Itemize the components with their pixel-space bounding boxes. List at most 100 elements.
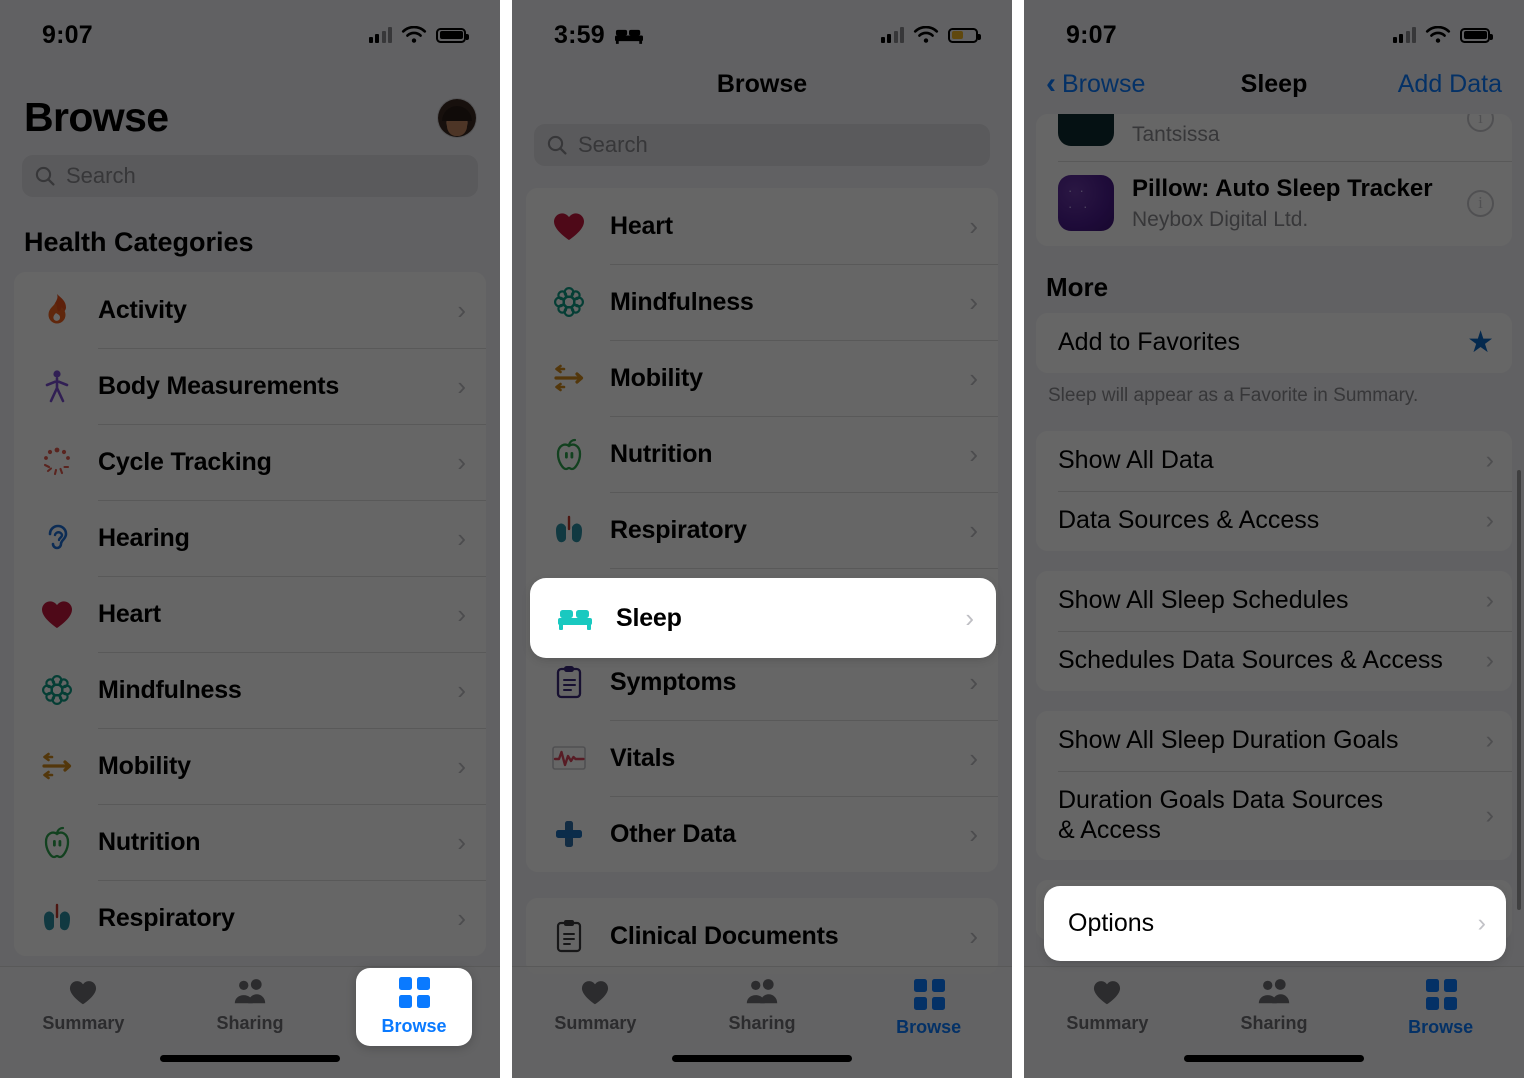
- tab-summary[interactable]: Summary: [1024, 979, 1191, 1034]
- chevron-right-icon: ›: [969, 362, 978, 393]
- add-data-button[interactable]: Add Data: [1398, 70, 1502, 99]
- chevron-right-icon: ›: [457, 598, 466, 629]
- row-add-to-favorites[interactable]: Add to Favorites ★: [1036, 312, 1512, 373]
- battery-icon: [1460, 27, 1493, 43]
- list-item-hearing[interactable]: Hearing ›: [14, 500, 486, 576]
- add-data-label: Add Data: [1397, 69, 1502, 98]
- list-item-vitals[interactable]: Vitals ›: [526, 720, 998, 796]
- row-label: Duration Goals Data Sources & Access: [1058, 785, 1384, 845]
- row-data-sources-access[interactable]: Data Sources & Access ›: [1036, 490, 1512, 551]
- list-item-heart[interactable]: Heart ›: [14, 576, 486, 652]
- tab-label: Sharing: [1240, 1013, 1308, 1033]
- chevron-right-icon: ›: [457, 750, 466, 781]
- home-indicator: [672, 1055, 852, 1062]
- row-label: Show All Sleep Duration Goals: [1058, 726, 1399, 755]
- data-group-b: Show All Sleep Schedules › Schedules Dat…: [1036, 570, 1512, 691]
- chevron-right-icon: ›: [969, 818, 978, 849]
- list-item-label: Heart: [98, 599, 161, 628]
- chevron-right-icon: ›: [1485, 800, 1494, 829]
- info-icon[interactable]: i: [1467, 114, 1494, 132]
- scroll-indicator[interactable]: [1517, 470, 1521, 910]
- section-header-health-categories: Health Categories: [24, 227, 254, 257]
- tab-sharing[interactable]: Sharing: [167, 979, 334, 1034]
- row-schedules-data-sources-access[interactable]: Schedules Data Sources & Access ›: [1036, 630, 1512, 691]
- list-item-activity[interactable]: Activity ›: [14, 272, 486, 348]
- bed-sleep-focus-icon: [614, 29, 643, 44]
- grid-icon: [1425, 979, 1457, 1010]
- grid-icon: [399, 977, 430, 1008]
- tab-sharing[interactable]: Sharing: [679, 979, 846, 1034]
- list-item-nutrition[interactable]: Nutrition ›: [526, 416, 998, 492]
- list-item-label: Other Data: [610, 819, 736, 848]
- tab-label: Browse: [896, 1017, 962, 1037]
- row-show-all-sleep-schedules[interactable]: Show All Sleep Schedules ›: [1036, 570, 1512, 631]
- wifi-icon: [401, 25, 427, 43]
- list-item-respiratory[interactable]: Respiratory ›: [14, 880, 486, 956]
- tab-browse[interactable]: Browse: [1357, 979, 1524, 1038]
- source-row-on-watch[interactable]: On Watch Tantsissa i: [1036, 114, 1512, 161]
- heart-icon: [1094, 981, 1121, 1005]
- chevron-right-icon: ›: [457, 522, 466, 553]
- tab-browse[interactable]: Browse: [845, 979, 1012, 1038]
- battery-icon-low-power: [948, 27, 981, 43]
- source-subtitle: Neybox Digital Ltd.: [1132, 207, 1309, 231]
- list-item-mobility[interactable]: Mobility ›: [14, 728, 486, 804]
- highlighted-options-row[interactable]: Options ›: [1046, 888, 1504, 959]
- profile-avatar[interactable]: [438, 98, 476, 137]
- search-placeholder: Search: [66, 163, 136, 188]
- highlight-row-options[interactable]: Options ›: [1046, 888, 1504, 959]
- highlight-tab-browse[interactable]: Browse: [356, 968, 472, 1046]
- heart-icon: [34, 599, 80, 630]
- search-field[interactable]: Search: [22, 155, 478, 197]
- back-button[interactable]: ‹ Browse: [1046, 69, 1145, 99]
- list-item-label: Body Measurements: [98, 371, 340, 400]
- favorites-note: Sleep will appear as a Favorite in Summa…: [1048, 384, 1419, 406]
- battery-icon: [436, 27, 469, 43]
- list-item-label: Symptoms: [610, 667, 737, 696]
- row-duration-goals-data-sources-access[interactable]: Duration Goals Data Sources & Access ›: [1036, 770, 1512, 860]
- list-item-clinical-documents[interactable]: Clinical Documents ›: [526, 898, 998, 974]
- list-item-nutrition[interactable]: Nutrition ›: [14, 804, 486, 880]
- nutrition-apple-icon: [34, 825, 80, 859]
- tab-summary[interactable]: Summary: [512, 979, 679, 1034]
- status-bar: 9:07: [0, 0, 500, 58]
- mindfulness-brain-icon: [34, 673, 80, 707]
- cycle-tracking-icon: [34, 446, 80, 478]
- source-row-pillow[interactable]: Pillow: Auto Sleep Tracker Neybox Digita…: [1036, 160, 1512, 246]
- highlighted-sleep-row[interactable]: Sleep ›: [532, 580, 994, 656]
- row-show-all-sleep-duration-goals[interactable]: Show All Sleep Duration Goals ›: [1036, 710, 1512, 771]
- chevron-right-icon: ›: [969, 920, 978, 951]
- info-icon[interactable]: i: [1467, 189, 1494, 217]
- list-item-mindfulness[interactable]: Mindfulness ›: [526, 264, 998, 340]
- panel-browse-categories: 9:07 Browse Search Health Categories Act…: [0, 0, 500, 1078]
- list-item-cycle-tracking[interactable]: Cycle Tracking ›: [14, 424, 486, 500]
- row-label: Show All Data: [1058, 446, 1214, 475]
- chevron-right-icon: ›: [457, 674, 466, 705]
- list-item-label: Respiratory: [98, 903, 235, 932]
- list-item-label: Nutrition: [98, 827, 201, 856]
- tab-summary[interactable]: Summary: [0, 979, 167, 1034]
- mobility-arrows-icon: [546, 364, 592, 392]
- mobility-arrows-icon: [34, 752, 80, 780]
- pillow-app-icon: [1058, 175, 1114, 232]
- star-icon[interactable]: ★: [1467, 327, 1494, 358]
- list-item-respiratory[interactable]: Respiratory ›: [526, 492, 998, 568]
- back-label: Browse: [1062, 69, 1146, 98]
- search-field[interactable]: Search: [534, 124, 990, 166]
- chevron-right-icon: ›: [1477, 908, 1486, 937]
- highlight-list-item-sleep[interactable]: Sleep ›: [532, 580, 994, 656]
- nav-bar: ‹ Browse Sleep Add Data: [1024, 58, 1524, 110]
- list-item-other-data[interactable]: Other Data ›: [526, 796, 998, 872]
- row-show-all-data[interactable]: Show All Data ›: [1036, 430, 1512, 491]
- list-item-label: Hearing: [98, 523, 190, 552]
- row-label: Add to Favorites: [1058, 328, 1241, 357]
- chevron-right-icon: ›: [965, 602, 974, 633]
- list-item-heart[interactable]: Heart ›: [526, 188, 998, 264]
- tab-sharing[interactable]: Sharing: [1191, 979, 1358, 1034]
- list-item-mindfulness[interactable]: Mindfulness ›: [14, 652, 486, 728]
- tab-label: Sharing: [216, 1013, 284, 1033]
- section-header-more: More: [1046, 271, 1109, 302]
- clinical-documents-icon: [546, 919, 592, 953]
- list-item-mobility[interactable]: Mobility ›: [526, 340, 998, 416]
- list-item-body-measurements[interactable]: Body Measurements ›: [14, 348, 486, 424]
